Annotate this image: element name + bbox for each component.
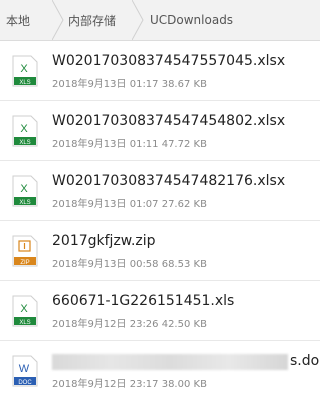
file-row[interactable]: W DOC s.doc 2018年9月12日 23:17 38.00 KB xyxy=(0,341,320,400)
svg-text:XLS: XLS xyxy=(19,320,30,326)
redacted-file-name xyxy=(52,354,288,370)
file-list: X XLS W020170308374547557045.xlsx 2018年9… xyxy=(0,41,320,400)
file-row[interactable]: X XLS W020170308374547454802.xlsx 2018年9… xyxy=(0,101,320,161)
svg-text:XLS: XLS xyxy=(19,80,30,86)
breadcrumb: 本地 内部存储 UCDownloads xyxy=(0,0,320,41)
file-name: W020170308374547482176.xlsx xyxy=(52,173,286,189)
svg-text:XLS: XLS xyxy=(19,140,30,146)
file-row[interactable]: X XLS 660671-1G226151451.xls 2018年9月12日 … xyxy=(0,281,320,341)
breadcrumb-label: 内部存储 xyxy=(68,13,117,28)
svg-text:W: W xyxy=(19,363,30,375)
breadcrumb-label: 本地 xyxy=(6,13,31,28)
file-name: s.doc xyxy=(290,353,320,369)
breadcrumb-label: UCDownloads xyxy=(150,13,234,27)
svg-text:ZIP: ZIP xyxy=(20,260,29,266)
file-name: 2017gkfjzw.zip xyxy=(52,233,156,249)
file-name: W020170308374547454802.xlsx xyxy=(52,113,286,129)
svg-text:XLS: XLS xyxy=(19,200,30,206)
excel-file-icon: X XLS xyxy=(12,175,38,207)
file-name: W020170308374547557045.xlsx xyxy=(52,53,286,69)
breadcrumb-item-local[interactable]: 本地 xyxy=(0,0,64,40)
file-row[interactable]: ZIP 2017gkfjzw.zip 2018年9月13日 00:58 68.5… xyxy=(0,221,320,281)
breadcrumb-item-internal-storage[interactable]: 内部存储 xyxy=(58,0,144,40)
breadcrumb-item-ucdownloads[interactable]: UCDownloads xyxy=(138,0,320,40)
svg-text:X: X xyxy=(20,183,28,195)
file-meta: 2018年9月13日 01:07 27.62 KB xyxy=(52,199,207,210)
file-meta: 2018年9月13日 00:58 68.53 KB xyxy=(52,259,207,270)
file-meta: 2018年9月13日 01:17 38.67 KB xyxy=(52,79,207,90)
zip-file-icon: ZIP xyxy=(12,235,38,267)
file-row[interactable]: X XLS W020170308374547482176.xlsx 2018年9… xyxy=(0,161,320,221)
file-meta: 2018年9月13日 01:11 47.72 KB xyxy=(52,139,207,150)
svg-text:X: X xyxy=(20,63,28,75)
excel-file-icon: X XLS xyxy=(12,55,38,87)
file-meta: 2018年9月12日 23:17 38.00 KB xyxy=(52,379,207,390)
svg-text:X: X xyxy=(20,303,28,315)
excel-file-icon: X XLS xyxy=(12,115,38,147)
svg-text:X: X xyxy=(20,123,28,135)
svg-text:DOC: DOC xyxy=(18,380,32,386)
file-meta: 2018年9月12日 23:26 42.50 KB xyxy=(52,319,207,330)
file-name: 660671-1G226151451.xls xyxy=(52,293,235,309)
excel-file-icon: X XLS xyxy=(12,295,38,327)
word-file-icon: W DOC xyxy=(12,355,38,387)
file-row[interactable]: X XLS W020170308374547557045.xlsx 2018年9… xyxy=(0,41,320,101)
